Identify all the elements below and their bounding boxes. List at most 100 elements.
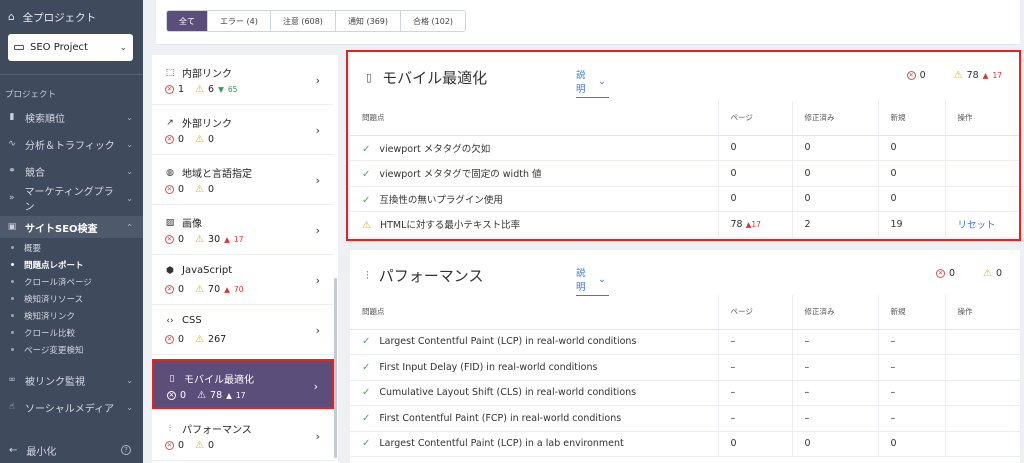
error-count: 0: [178, 440, 185, 451]
sub-item-links[interactable]: 検知済リンク: [11, 309, 75, 322]
issue-name: viewport メタタグの欠如: [379, 143, 491, 155]
bullet-icon: [11, 263, 14, 266]
warning-icon: ⚠: [982, 267, 992, 279]
delta-count: 17: [233, 235, 244, 244]
table-row[interactable]: ✓ Largest Contentful Paint (LCP) in a lab…: [350, 431, 1020, 457]
sub-item-label: 検知済リソース: [24, 294, 84, 305]
table-row[interactable]: ✓ 互換性の無いプラグイン使用 0 0 0: [350, 186, 1020, 212]
sub-item-crawl-compare[interactable]: クロール比較: [11, 326, 75, 339]
category-label: CSS: [182, 315, 202, 326]
category-images[interactable]: ▨ 画像 ✕ 0 ⚠ 30 ▲ 17 ›: [152, 205, 334, 255]
warning-icon: ⚠: [362, 220, 371, 232]
category-scrollbar[interactable]: [334, 278, 337, 458]
issue-name: Cumulative Layout Shift (CLS) in real-wo…: [379, 387, 637, 399]
table-row[interactable]: ⚠ HTMLに対する最小テキスト比率 78 ▲17 2 19 リセット: [350, 211, 1020, 238]
fixed-cell: –: [791, 329, 878, 355]
category-label: 内部リンク: [182, 69, 232, 80]
chevron-down-icon: ⌄: [126, 375, 133, 385]
reset-link[interactable]: リセット: [958, 220, 996, 231]
category-javascript[interactable]: ⬢ JavaScript ✕ 0 ⚠ 70 ▲ 70 ›: [152, 255, 334, 305]
all-projects-link[interactable]: ⌂ 全プロジェクト: [8, 9, 96, 25]
error-icon: ✕: [165, 335, 174, 344]
nav-item-rankings[interactable]: ▮ 検索順位 ⌄: [0, 106, 143, 128]
category-external-links[interactable]: ↗ 外部リンク ✕ 0 ⚠ 0 ›: [152, 105, 334, 155]
nav-item-site-audit[interactable]: ▣ サイトSEO検査 ⌃: [0, 216, 143, 238]
category-css[interactable]: ‹› CSS ✕ 0 ⚠ 267 ›: [152, 305, 334, 355]
error-count: 0: [178, 334, 185, 345]
filter-all[interactable]: 全て: [167, 11, 208, 31]
nav-item-analytics[interactable]: ∿ 分析＆トラフィック ⌄: [0, 133, 143, 155]
column-header: ページ: [717, 101, 792, 136]
nav-item-marketing-plan[interactable]: » マーケティングプラン ⌄: [0, 187, 143, 213]
bullet-icon: [11, 314, 14, 317]
chevron-down-icon: ⌄: [126, 193, 133, 203]
project-selector[interactable]: SEO Project ⌄: [8, 34, 133, 61]
image-icon: ▨: [165, 217, 175, 228]
category-region-language[interactable]: ◍ 地域と言語指定 ✕ 0 ⚠ 0 ›: [152, 155, 334, 205]
table-row[interactable]: ✓ viewport メタタグの欠如 0 0 0: [350, 135, 1020, 161]
category-internal-links[interactable]: ⬚ 内部リンク ✕ 1 ⚠ 6 ▼ 65 ›: [152, 55, 334, 105]
sub-item-label: 検知済リンク: [24, 311, 76, 322]
explain-underline: [576, 97, 609, 98]
table-row[interactable]: ✓ First Input Delay (FID) in real-world c…: [350, 354, 1020, 381]
action-cell: [944, 186, 1020, 212]
sub-item-overview[interactable]: 概要: [11, 241, 41, 254]
pages-cell: 0: [717, 160, 792, 187]
table-row[interactable]: ✓ viewport メタタグで固定の width 値 0 0 0: [350, 160, 1020, 187]
pages-cell: –: [717, 380, 792, 406]
error-count: 0: [919, 70, 926, 81]
fixed-cell: 2: [791, 211, 878, 238]
filter-passed[interactable]: 合格 (102): [401, 11, 466, 31]
issue-name: First Input Delay (FID) in real-world co…: [379, 361, 598, 373]
fixed-cell: 0: [791, 186, 878, 212]
code-icon: ‹›: [166, 315, 174, 326]
filter-errors[interactable]: エラー (4): [208, 11, 271, 31]
warning-count: 267: [208, 334, 227, 345]
help-icon[interactable]: ?: [121, 445, 131, 455]
explain-label: 説明: [576, 268, 586, 293]
sub-item-resources[interactable]: 検知済リソース: [11, 292, 83, 305]
table-row[interactable]: ✓ First Contentful Paint (FCP) in real-wo…: [350, 405, 1020, 432]
nav-item-backlinks[interactable]: ∞ 被リンク監視 ⌄: [0, 369, 143, 391]
pages-cell: –: [717, 405, 792, 432]
column-header: 新規: [877, 295, 945, 330]
action-cell: [944, 405, 1020, 432]
issue-name: HTMLに対する最小テキスト比率: [379, 220, 521, 232]
explain-toggle[interactable]: 説明 ⌄: [576, 67, 606, 95]
check-circle-icon: ✓: [362, 438, 371, 450]
filter-notices[interactable]: 通知 (369): [335, 11, 401, 31]
chevron-down-icon: ⌄: [126, 402, 133, 412]
external-link-icon: ↗: [166, 117, 174, 128]
sub-item-issues-report[interactable]: 問題点レポート: [11, 258, 84, 271]
explain-toggle[interactable]: 説明 ⌄: [576, 265, 606, 293]
bullet-icon: [11, 297, 14, 300]
new-cell: –: [877, 380, 945, 406]
new-cell: –: [877, 329, 945, 355]
error-icon: ✕: [935, 269, 945, 278]
warning-count: 30: [208, 234, 221, 245]
category-label: 地域と言語指定: [182, 169, 252, 180]
chevron-up-icon: ⌃: [126, 222, 133, 232]
category-mobile[interactable]: ▯ モバイル最適化 ✕ 0 ⚠ 78 ▲ 17 ›: [152, 359, 334, 409]
delta-count: 70: [233, 285, 244, 294]
nav-item-social[interactable]: ☝ ソーシャルメディア ⌄: [0, 396, 143, 418]
sub-item-page-changes[interactable]: ページ変更検知: [11, 343, 83, 356]
minimize-sidebar-button[interactable]: ← 最小化 ?: [0, 437, 143, 463]
chevron-down-icon: ⌄: [126, 112, 133, 122]
sub-item-crawled-pages[interactable]: クロール済ページ: [11, 275, 92, 288]
issue-name: Largest Contentful Paint (LCP) in real-w…: [379, 336, 637, 348]
mobile-icon: ▯: [169, 373, 175, 384]
category-performance[interactable]: ⫶ パフォーマンス ✕ 0 ⚠ 0 ›: [152, 411, 334, 461]
nav-item-competitors[interactable]: ⚭ 競合 ⌄: [0, 160, 143, 182]
new-cell: 0: [877, 431, 945, 457]
fixed-cell: –: [791, 405, 878, 432]
column-header: 修正済み: [791, 101, 878, 136]
table-row[interactable]: ✓ Cumulative Layout Shift (CLS) in real-w…: [350, 380, 1020, 406]
arrow-left-icon: ←: [9, 444, 18, 456]
filter-warnings[interactable]: 注意 (608): [270, 11, 336, 31]
action-cell: [944, 135, 1020, 161]
up-arrow-icon: ▲: [982, 71, 989, 80]
up-arrow-icon: ▲: [226, 391, 232, 400]
table-row[interactable]: ✓ Largest Contentful Paint (LCP) in real-…: [350, 329, 1020, 355]
globe-icon: ◍: [166, 167, 174, 178]
